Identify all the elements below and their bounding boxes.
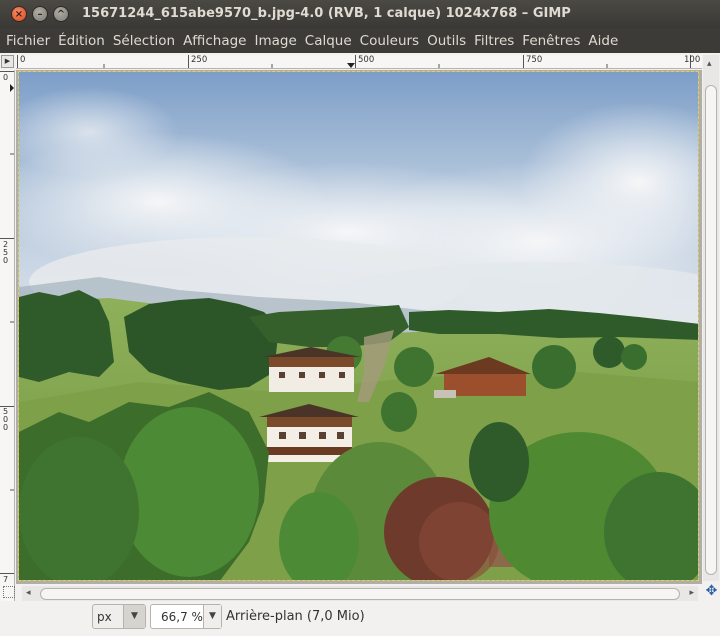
menu-fenetres[interactable]: Fenêtres [520, 33, 586, 49]
unit-value: px [97, 610, 112, 624]
ruler-label: 500 [3, 407, 9, 432]
close-icon[interactable]: × [11, 6, 27, 22]
maximize-icon[interactable]: ^ [53, 6, 69, 22]
image-window: ▶ 0 250 500 750 100 ◂ [0, 53, 720, 636]
ruler-label: 100 [684, 55, 701, 65]
arrow-up-icon[interactable]: ▴ [707, 59, 712, 69]
menu-affichage[interactable]: Affichage [181, 33, 252, 49]
menu-image[interactable]: Image [252, 33, 302, 49]
menu-fichier[interactable]: Fichier [4, 33, 56, 49]
menu-couleurs[interactable]: Couleurs [358, 33, 425, 49]
menu-aide[interactable]: Aide [586, 33, 624, 49]
status-bar: px ▼ 66,7 % ▼ Arrière-plan (7,0 Mio) [0, 601, 720, 636]
zoom-value[interactable]: 66,7 % [151, 605, 203, 628]
horizontal-scrollbar[interactable]: ◂ ▸ [22, 586, 698, 602]
minimize-icon[interactable]: – [32, 6, 48, 22]
triangle-right-icon[interactable]: ▶ [1, 55, 14, 68]
menu-bar: Fichier Édition Sélection Affichage Imag… [0, 28, 720, 53]
layer-status: Arrière-plan (7,0 Mio) [226, 609, 365, 624]
menu-selection[interactable]: Sélection [111, 33, 181, 49]
image-canvas[interactable] [18, 71, 699, 581]
quick-mask-icon[interactable] [3, 586, 15, 598]
ruler-ticks [0, 71, 14, 574]
chevron-down-icon[interactable]: ▼ [123, 605, 145, 628]
arrow-left-icon[interactable]: ◂ [26, 588, 31, 598]
menu-edition[interactable]: Édition [56, 33, 111, 49]
canvas-area[interactable] [16, 70, 702, 584]
menu-filtres[interactable]: Filtres [472, 33, 520, 49]
title-bar: × – ^ 15671244_615abe9570_b.jpg-4.0 (RVB… [0, 0, 720, 28]
menu-calque[interactable]: Calque [303, 33, 358, 49]
vertical-scrollbar[interactable]: ▴ [703, 55, 719, 581]
navigate-icon[interactable]: ✥ [704, 584, 719, 599]
ruler-label: 250 [3, 240, 9, 265]
menu-outils[interactable]: Outils [425, 33, 472, 49]
arrow-right-icon[interactable]: ▸ [689, 588, 694, 598]
horizontal-ruler[interactable]: 0 250 500 750 100 [16, 55, 702, 69]
vertical-ruler[interactable]: 0 250 500 7 [0, 70, 15, 634]
zoom-selector[interactable]: 66,7 % ▼ [150, 604, 222, 629]
scroll-thumb[interactable] [40, 588, 680, 600]
landscape-photo [19, 72, 698, 580]
ruler-label: 0 [20, 55, 26, 65]
ruler-label: 500 [358, 55, 375, 65]
chevron-down-icon[interactable]: ▼ [203, 605, 221, 628]
ruler-label: 0 [3, 73, 9, 82]
window-title: 15671244_615abe9570_b.jpg-4.0 (RVB, 1 ca… [82, 6, 571, 21]
scroll-thumb[interactable] [705, 85, 717, 575]
ruler-label: 250 [191, 55, 208, 65]
unit-selector[interactable]: px ▼ [92, 604, 146, 629]
ruler-label: 750 [526, 55, 543, 65]
ruler-label: 7 [3, 575, 9, 584]
